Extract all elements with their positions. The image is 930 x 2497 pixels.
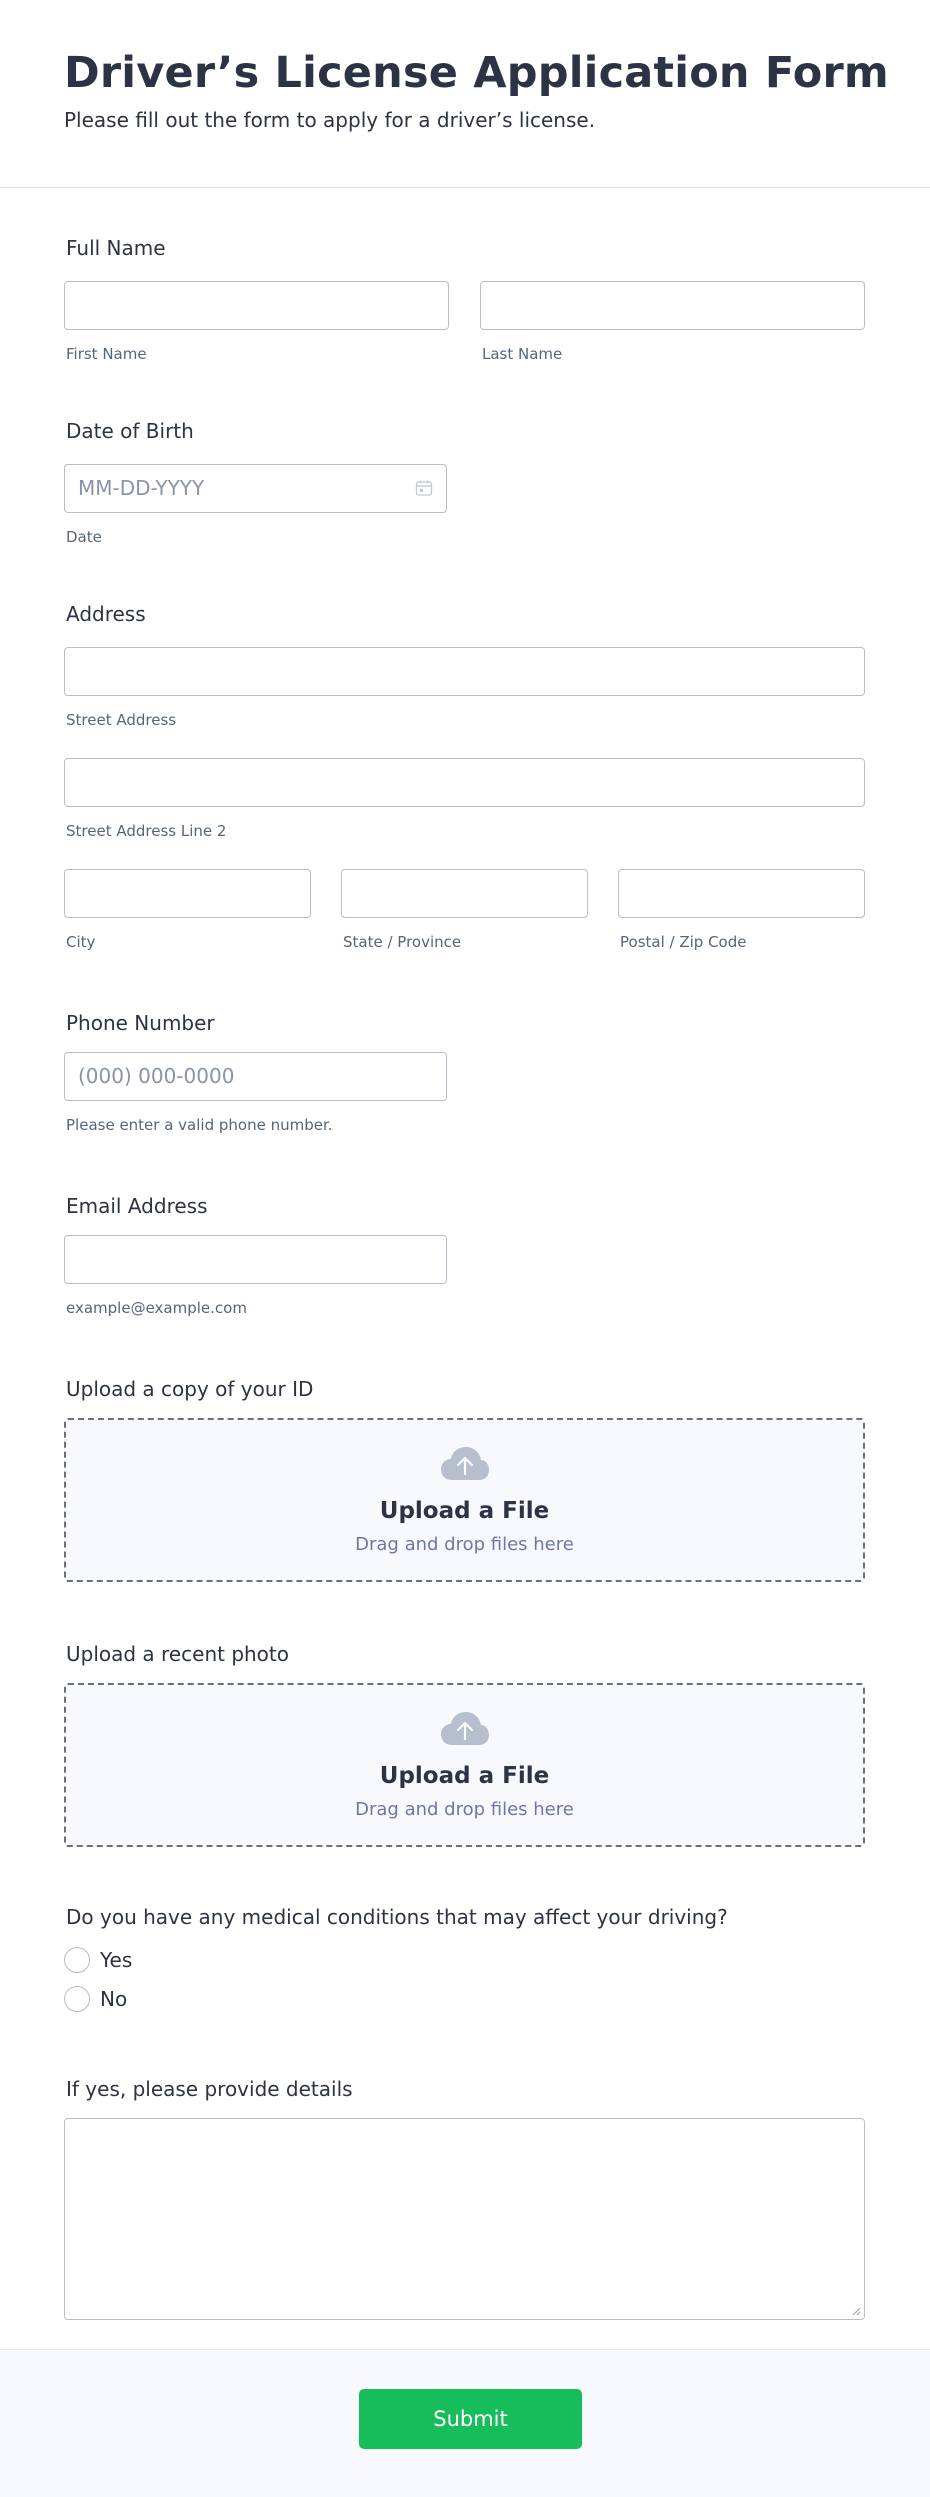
submit-button[interactable]: Submit bbox=[359, 2389, 582, 2449]
email-input[interactable] bbox=[64, 1235, 447, 1284]
upload-id-label: Upload a copy of your ID bbox=[66, 1377, 314, 1401]
radio-yes-label[interactable]: Yes bbox=[100, 1948, 132, 1972]
dob-placeholder: MM-DD-YYYY bbox=[78, 476, 205, 500]
calendar-icon[interactable] bbox=[415, 479, 433, 497]
email-sublabel: example@example.com bbox=[66, 1299, 247, 1317]
dob-sublabel: Date bbox=[66, 528, 102, 546]
radio-yes[interactable] bbox=[64, 1947, 90, 1973]
city-sublabel: City bbox=[66, 933, 96, 951]
phone-placeholder: (000) 000-0000 bbox=[78, 1064, 235, 1088]
form-title: Driver’s License Application Form bbox=[64, 48, 889, 98]
upload-photo-dropzone[interactable]: Upload a File Drag and drop files here bbox=[64, 1683, 865, 1847]
street-address-sublabel: Street Address bbox=[66, 711, 177, 729]
first-name-sublabel: First Name bbox=[66, 345, 147, 363]
upload-id-title: Upload a File bbox=[379, 1498, 550, 1524]
upload-photo-subtitle: Drag and drop files here bbox=[355, 1799, 574, 1820]
city-input[interactable] bbox=[64, 869, 311, 918]
cloud-upload-icon bbox=[441, 1447, 489, 1480]
full-name-label: Full Name bbox=[66, 236, 166, 260]
radio-no[interactable] bbox=[64, 1986, 90, 2012]
street-address-line2-sublabel: Street Address Line 2 bbox=[66, 822, 227, 840]
form-subtitle: Please fill out the form to apply for a … bbox=[64, 108, 596, 132]
details-label: If yes, please provide details bbox=[66, 2077, 353, 2101]
phone-sublabel: Please enter a valid phone number. bbox=[66, 1116, 333, 1134]
resize-grip-icon[interactable] bbox=[851, 2306, 861, 2316]
cloud-upload-icon bbox=[441, 1712, 489, 1745]
dob-label: Date of Birth bbox=[66, 419, 194, 443]
street-address-input[interactable] bbox=[64, 647, 865, 696]
phone-label: Phone Number bbox=[66, 1011, 215, 1035]
upload-id-dropzone[interactable]: Upload a File Drag and drop files here bbox=[64, 1418, 865, 1582]
state-input[interactable] bbox=[341, 869, 588, 918]
upload-photo-label: Upload a recent photo bbox=[66, 1642, 289, 1666]
form-header: Driver’s License Application Form Please… bbox=[0, 0, 930, 188]
medical-label: Do you have any medical conditions that … bbox=[66, 1905, 728, 1929]
address-label: Address bbox=[66, 602, 146, 626]
phone-input[interactable]: (000) 000-0000 bbox=[64, 1052, 447, 1101]
state-sublabel: State / Province bbox=[343, 933, 462, 951]
form-footer: Submit bbox=[0, 2349, 930, 2497]
last-name-sublabel: Last Name bbox=[482, 345, 563, 363]
upload-id-subtitle: Drag and drop files here bbox=[355, 1534, 574, 1555]
first-name-input[interactable] bbox=[64, 281, 449, 330]
zip-input[interactable] bbox=[618, 869, 865, 918]
street-address-line2-input[interactable] bbox=[64, 758, 865, 807]
radio-no-label[interactable]: No bbox=[100, 1987, 127, 2011]
zip-sublabel: Postal / Zip Code bbox=[620, 933, 747, 951]
last-name-input[interactable] bbox=[480, 281, 865, 330]
email-label: Email Address bbox=[66, 1194, 208, 1218]
upload-photo-title: Upload a File bbox=[379, 1763, 550, 1789]
details-textarea[interactable] bbox=[64, 2118, 865, 2320]
dob-input[interactable]: MM-DD-YYYY bbox=[64, 464, 447, 513]
